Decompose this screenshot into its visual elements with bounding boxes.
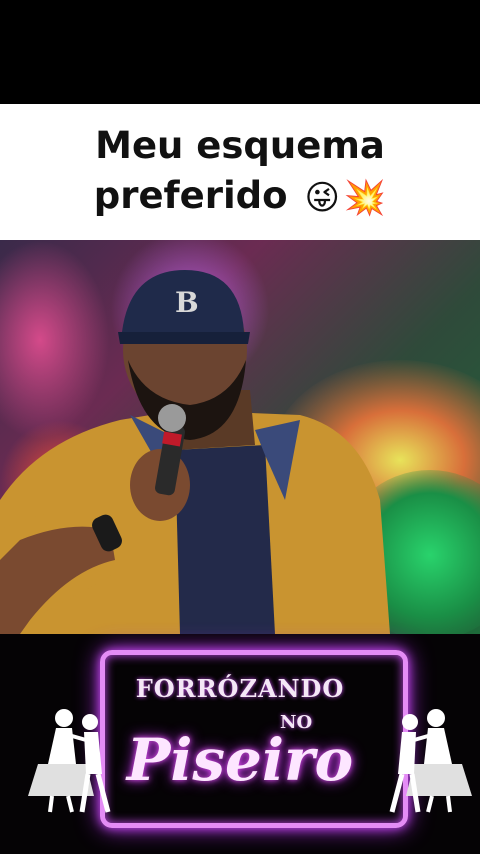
caption-band: Meu esquema preferido 😜 💥: [0, 104, 480, 240]
dancing-couple-icon-right: [389, 709, 472, 813]
caption-line-2-text: preferido: [93, 174, 288, 218]
dancing-couple-icon: [28, 709, 111, 813]
logo-text-forrozando: FORRÓZANDO: [135, 674, 345, 703]
svg-text:B: B: [175, 286, 199, 319]
top-black-bar: [0, 0, 480, 104]
logo-area: FORRÓZANDO NO Piseiro: [0, 634, 480, 854]
winking-tongue-emoji-icon: 😜: [304, 177, 340, 218]
singer-figure: B: [0, 270, 390, 634]
singer-photo: B: [0, 240, 480, 634]
collision-emoji-icon: 💥: [343, 177, 387, 218]
caption-line-2: preferido 😜 💥: [94, 171, 387, 223]
caption-line-1: Meu esquema: [95, 124, 385, 168]
